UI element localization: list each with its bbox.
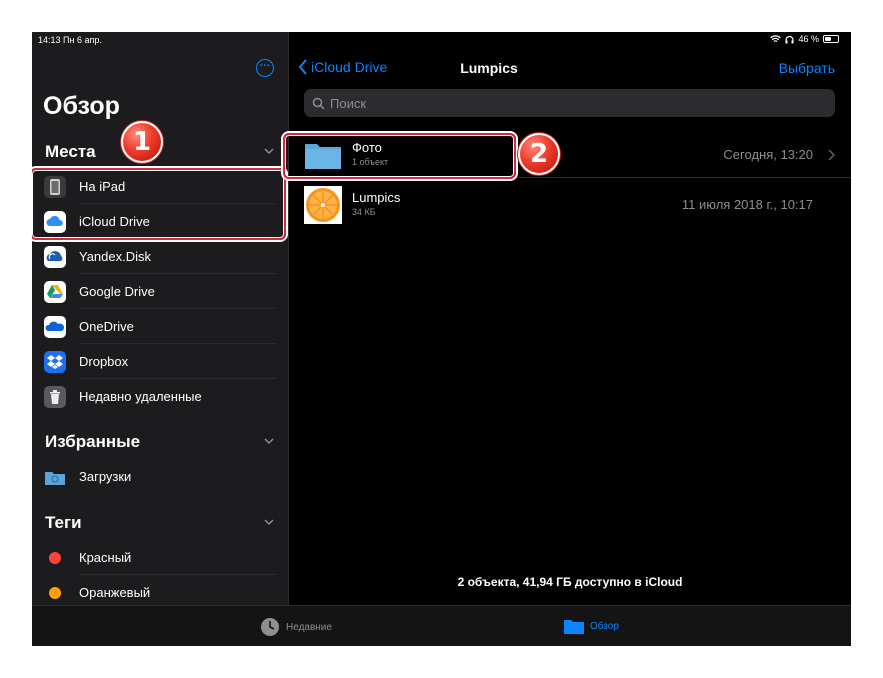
file-date: Сегодня, 13:20 (723, 147, 813, 162)
tab-browse[interactable]: Обзор (564, 617, 619, 635)
file-subtitle: 34 КБ (352, 207, 376, 217)
step-badge-2: 2 (518, 133, 560, 175)
google-drive-icon (44, 280, 66, 303)
file-row-lumpics[interactable]: Lumpics 34 КБ 11 июля 2018 г., 10:17 (289, 178, 851, 228)
back-button[interactable]: iCloud Drive (298, 59, 387, 75)
sidebar-item-recently-deleted[interactable]: Недавно удаленные (44, 379, 276, 414)
sidebar-item-label: Yandex.Disk (79, 249, 152, 264)
chevron-down-icon[interactable] (263, 145, 275, 157)
tab-recent-label: Недавние (286, 621, 332, 633)
sidebar-item-downloads[interactable]: Загрузки (44, 459, 276, 494)
wifi-icon (770, 34, 782, 42)
sidebar-item-tag-red[interactable]: Красный (44, 540, 276, 575)
sidebar-item-dropbox[interactable]: Dropbox (44, 344, 276, 379)
battery-icon (823, 35, 839, 43)
sidebar-item-label: OneDrive (79, 319, 134, 334)
back-button-label: iCloud Drive (311, 59, 388, 75)
more-options-icon[interactable]: ··· (256, 59, 274, 77)
highlight-box-places (32, 168, 286, 240)
trash-icon (44, 385, 66, 408)
section-header-favorites[interactable]: Избранные (45, 432, 140, 452)
search-input[interactable] (330, 95, 810, 111)
sidebar-item-onedrive[interactable]: OneDrive (44, 309, 276, 344)
chevron-down-icon[interactable] (263, 516, 275, 528)
sidebar-item-label: Недавно удаленные (79, 389, 202, 404)
battery-percent: 46 % (798, 34, 819, 44)
step-badge-1: 1 (121, 121, 163, 163)
file-list: Фото 1 объект Сегодня, 13:20 Lumpics 34 … (289, 128, 851, 605)
ipad-screen: ··· Обзор Места На iPad iCloud Drive Yan… (32, 32, 851, 646)
sidebar-item-label: Загрузки (79, 469, 132, 484)
chevron-right-icon (828, 149, 835, 161)
chevron-down-icon[interactable] (263, 435, 275, 447)
headphones-icon (785, 35, 795, 43)
select-button[interactable]: Выбрать (779, 60, 835, 76)
clock-icon (261, 618, 279, 636)
page-title: Lumpics (460, 60, 518, 76)
tab-browse-label: Обзор (590, 620, 619, 632)
file-name: Lumpics (352, 190, 401, 205)
dropbox-icon (44, 350, 66, 373)
tab-bar: Недавние Обзор (32, 605, 851, 646)
sidebar-item-label: Красный (79, 550, 132, 565)
storage-info: 2 объекта, 41,94 ГБ доступно в iCloud (457, 575, 683, 589)
sidebar-item-label: Dropbox (79, 354, 129, 369)
sidebar-item-label: Google Drive (79, 284, 155, 299)
highlight-box-foto (283, 133, 516, 179)
status-bar: 14:13 Пн 6 апр. 46 % (32, 32, 851, 48)
sidebar-item-yandex-disk[interactable]: Yandex.Disk (44, 239, 276, 274)
chevron-left-icon (298, 59, 307, 75)
sidebar-item-google-drive[interactable]: Google Drive (44, 274, 276, 309)
orange-tag-dot-icon (49, 586, 61, 599)
sidebar-title: Обзор (43, 92, 120, 120)
onedrive-icon (44, 315, 66, 338)
status-time-date: 14:13 Пн 6 апр. (38, 35, 102, 45)
folder-icon (564, 620, 584, 634)
orange-image-icon (304, 186, 342, 224)
section-header-places[interactable]: Места (45, 142, 96, 162)
tab-recent[interactable]: Недавние (260, 617, 332, 637)
search-icon (312, 97, 325, 110)
sidebar: ··· Обзор Места На iPad iCloud Drive Yan… (32, 32, 288, 605)
search-bar[interactable] (304, 89, 835, 117)
section-header-tags[interactable]: Теги (45, 513, 82, 533)
red-tag-dot-icon (49, 551, 61, 564)
file-date: 11 июля 2018 г., 10:17 (681, 197, 813, 212)
sidebar-item-label: Оранжевый (79, 585, 151, 600)
yandex-disk-icon (44, 245, 66, 268)
downloads-folder-icon (44, 466, 66, 488)
